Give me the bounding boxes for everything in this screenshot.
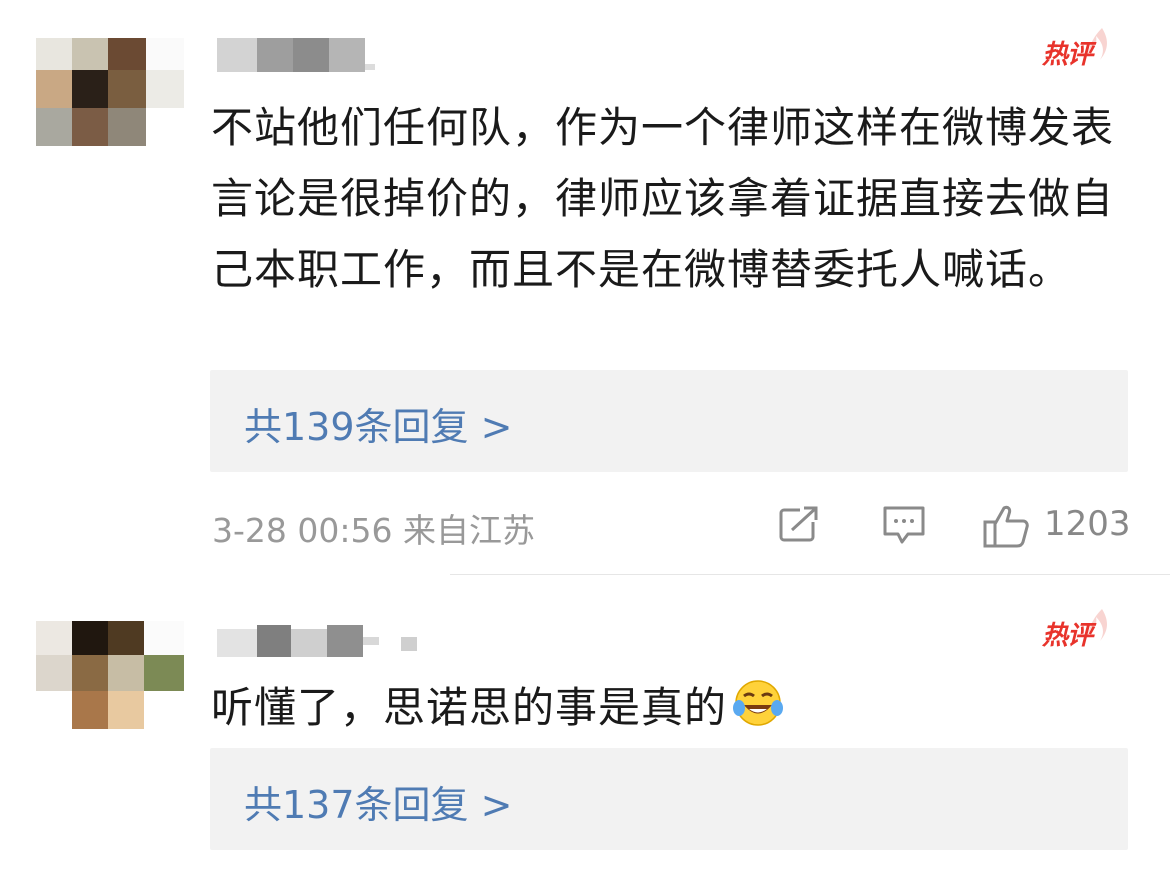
comment-item: 热评 不站他们任何队，作为一个律师这样在微博发表言论是很掉价的，律师应该拿着证据…	[0, 0, 1170, 575]
comment-item: 热评 听懂了，思诺思的事是真的 共137条回复 >	[0, 575, 1170, 869]
hot-badge-label: 热评	[1042, 40, 1093, 70]
hot-comment-badge: 热评	[1042, 607, 1112, 651]
comment-time-source: 3-28 00:56 来自江苏	[212, 511, 535, 550]
comment-text: 不站他们任何队，作为一个律师这样在微博发表言论是很掉价的，律师应该拿着证据直接去…	[211, 103, 1115, 294]
username[interactable]	[217, 38, 377, 78]
comment-icon[interactable]	[882, 504, 926, 550]
replies-box[interactable]: 共139条回复 >	[210, 370, 1128, 472]
share-icon[interactable]	[778, 504, 822, 548]
hot-comment-badge: 热评	[1042, 26, 1112, 70]
like-icon[interactable]	[982, 504, 1030, 552]
comment-meta: 3-28 00:56 来自江苏 1203	[212, 502, 1132, 550]
view-replies-link[interactable]: 共139条回复 >	[244, 396, 512, 451]
like-count: 1203	[1044, 504, 1131, 544]
view-replies-link[interactable]: 共137条回复 >	[244, 774, 512, 829]
replies-box[interactable]: 共137条回复 >	[210, 748, 1128, 850]
avatar[interactable]	[36, 611, 184, 729]
laughing-crying-emoji-icon	[731, 678, 785, 749]
hot-badge-label: 热评	[1042, 621, 1093, 651]
comment-text: 听懂了，思诺思的事是真的	[211, 672, 1141, 749]
username[interactable]	[217, 625, 447, 665]
avatar[interactable]	[36, 28, 184, 146]
